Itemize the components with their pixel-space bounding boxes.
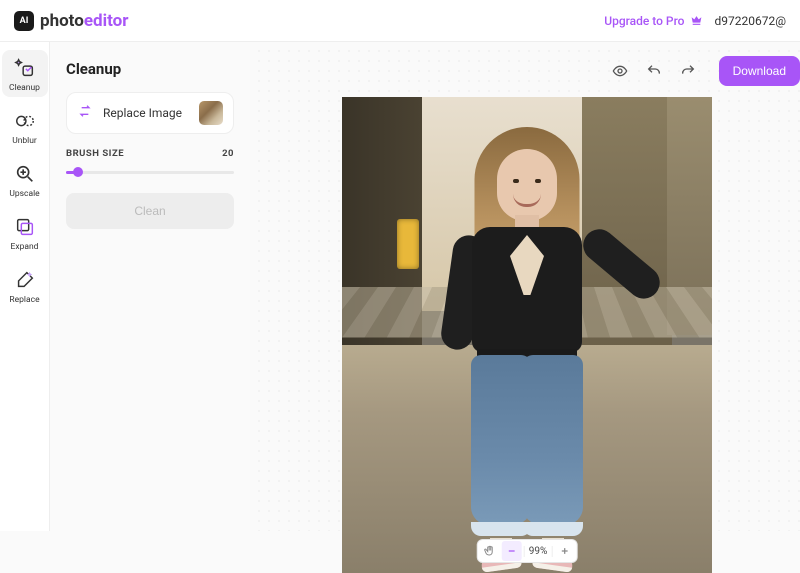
tool-expand[interactable]: Expand: [2, 209, 48, 256]
tool-sidebar: Cleanup Unblur Upscale Expand Replace: [0, 42, 50, 531]
zoom-controls: 99%: [477, 539, 578, 563]
cleanup-sparkle-icon: [13, 56, 37, 80]
ai-badge-icon: AI: [14, 11, 34, 31]
download-button[interactable]: Download: [719, 56, 800, 86]
tool-unblur[interactable]: Unblur: [2, 103, 48, 150]
tool-replace[interactable]: Replace: [2, 262, 48, 309]
preview-eye-button[interactable]: [605, 56, 635, 86]
canvas-toolbar: Download: [605, 56, 800, 86]
redo-button[interactable]: [673, 56, 703, 86]
image-subject: [427, 127, 627, 567]
logo[interactable]: AI photoeditor: [14, 11, 128, 31]
tool-upscale[interactable]: Upscale: [2, 156, 48, 203]
settings-panel: Cleanup Replace Image BRUSH SIZE 20 Clea…: [50, 42, 250, 531]
tool-cleanup-label: Cleanup: [9, 83, 40, 93]
brand-suffix: editor: [84, 11, 129, 31]
app-header: AI photoeditor Upgrade to Pro d97220672@: [0, 0, 800, 42]
brush-size-slider[interactable]: [66, 165, 234, 179]
replace-image-label: Replace Image: [103, 106, 189, 120]
undo-icon: [646, 63, 662, 79]
slider-track: [66, 171, 234, 174]
upscale-magnify-icon: [13, 162, 37, 186]
minus-icon: [507, 546, 517, 556]
user-email[interactable]: d97220672@: [715, 14, 787, 28]
redo-icon: [680, 63, 696, 79]
image-thumbnail: [199, 101, 223, 125]
swap-arrows-icon: [77, 103, 93, 123]
slider-thumb[interactable]: [73, 167, 83, 177]
brush-size-label: BRUSH SIZE: [66, 148, 124, 159]
upgrade-to-pro-link[interactable]: Upgrade to Pro: [604, 14, 702, 28]
replace-image-button[interactable]: Replace Image: [66, 92, 234, 134]
clean-button[interactable]: Clean: [66, 193, 234, 229]
canvas-image[interactable]: 99%: [342, 97, 712, 573]
brush-size-value: 20: [222, 148, 234, 159]
tool-unblur-label: Unblur: [12, 136, 37, 146]
tool-expand-label: Expand: [11, 242, 39, 252]
brand-prefix: photo: [40, 11, 84, 31]
crown-icon: [690, 14, 703, 27]
undo-button[interactable]: [639, 56, 669, 86]
panel-title: Cleanup: [66, 60, 234, 78]
pan-hand-button[interactable]: [480, 541, 500, 561]
eye-icon: [612, 63, 628, 79]
tool-upscale-label: Upscale: [9, 189, 39, 199]
replace-brush-icon: [13, 268, 37, 292]
expand-icon: [13, 215, 37, 239]
plus-icon: [559, 546, 569, 556]
tool-cleanup[interactable]: Cleanup: [2, 50, 48, 97]
upgrade-label: Upgrade to Pro: [604, 14, 684, 28]
brush-size-control: BRUSH SIZE 20: [66, 148, 234, 179]
zoom-in-button[interactable]: [554, 541, 574, 561]
zoom-out-button[interactable]: [502, 541, 522, 561]
header-right: Upgrade to Pro d97220672@: [604, 14, 786, 28]
tool-replace-label: Replace: [9, 295, 39, 305]
hand-icon: [484, 545, 496, 557]
canvas-area[interactable]: Download: [250, 42, 800, 531]
unblur-icon: [13, 109, 37, 133]
zoom-value: 99%: [524, 546, 553, 557]
workspace: Cleanup Unblur Upscale Expand Replace: [0, 42, 800, 531]
